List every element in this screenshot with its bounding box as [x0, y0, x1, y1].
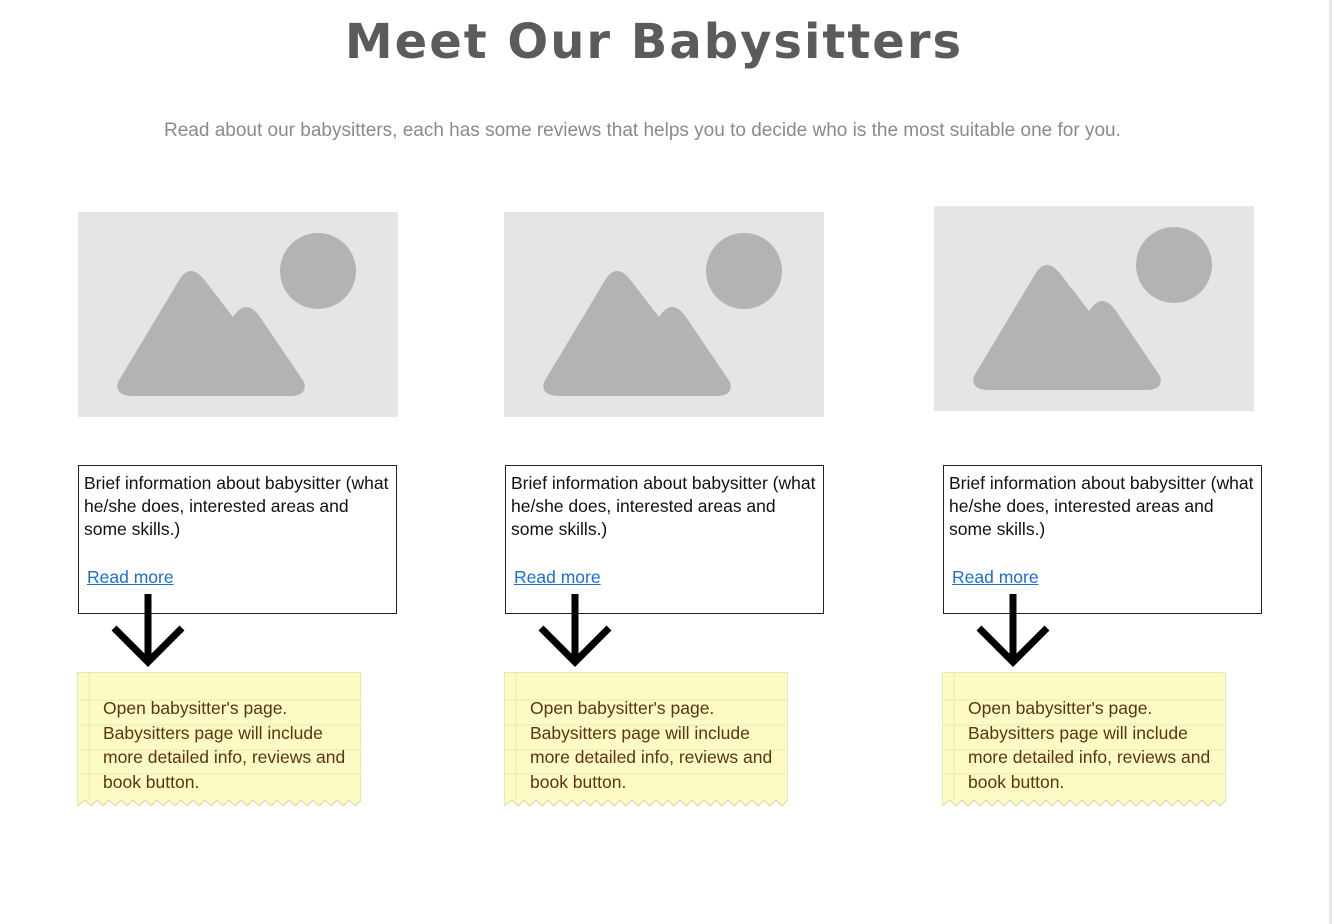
babysitter-info-text: Brief information about babysitter (what… [511, 473, 816, 539]
babysitter-info-3: Brief information about babysitter (what… [943, 465, 1262, 614]
sticky-note-1: Open babysitter's page. Babysitters page… [77, 672, 361, 806]
image-placeholder-icon [973, 227, 1212, 390]
arrow-down-icon [976, 594, 1050, 667]
arrow-down-icon [111, 594, 185, 667]
page-subtitle: Read about our babysitters, each has som… [164, 120, 1121, 141]
sticky-note-text: Open babysitter's page. Babysitters page… [530, 698, 773, 792]
babysitter-info-2: Brief information about babysitter (what… [505, 465, 824, 614]
page-title: Meet Our Babysitters [344, 14, 964, 70]
image-placeholder-icon [117, 233, 356, 396]
sticky-note-3: Open babysitter's page. Babysitters page… [942, 672, 1226, 806]
read-more-link[interactable]: Read more [952, 566, 1039, 589]
read-more-link[interactable]: Read more [514, 566, 601, 589]
sticky-note-text: Open babysitter's page. Babysitters page… [968, 698, 1211, 792]
babysitter-info-1: Brief information about babysitter (what… [78, 465, 397, 614]
image-placeholder-icon [543, 233, 782, 396]
babysitter-info-text: Brief information about babysitter (what… [949, 473, 1254, 539]
babysitter-info-text: Brief information about babysitter (what… [84, 473, 389, 539]
babysitter-photo-3 [934, 206, 1254, 411]
sticky-note-2: Open babysitter's page. Babysitters page… [504, 672, 788, 806]
page: Meet Our Babysitters Read about our baby… [0, 0, 1332, 924]
babysitter-photo-1 [78, 212, 398, 417]
sticky-note-text: Open babysitter's page. Babysitters page… [103, 698, 346, 792]
arrow-down-icon [538, 594, 612, 667]
babysitter-photo-2 [504, 212, 824, 417]
read-more-link[interactable]: Read more [87, 566, 174, 589]
